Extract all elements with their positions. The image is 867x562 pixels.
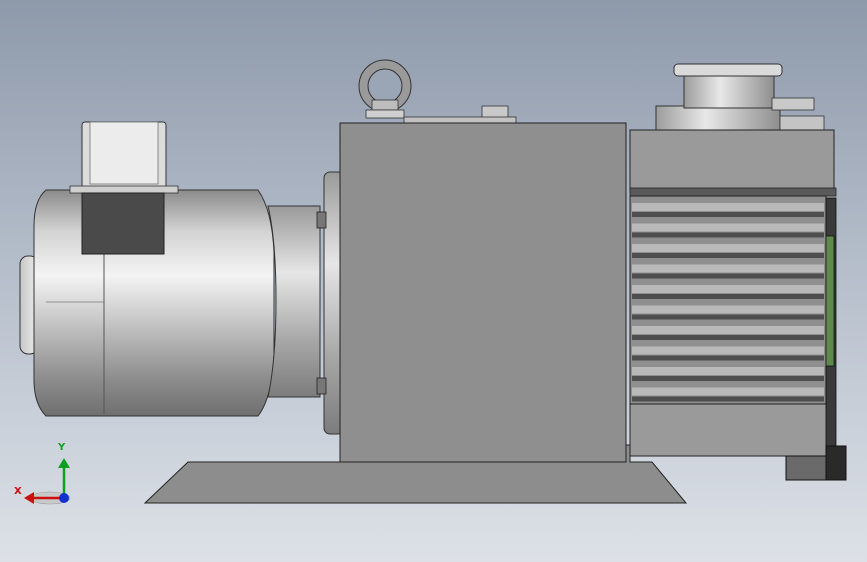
fin-face (632, 244, 824, 252)
x-axis-arrowhead (24, 492, 34, 504)
fin-face (632, 367, 824, 375)
fin-face (632, 387, 824, 396)
fin-line (632, 212, 824, 217)
pump-model-3d-view[interactable] (0, 0, 867, 562)
fin-line (632, 294, 824, 299)
fin-face (632, 223, 824, 232)
exhaust-cap[interactable] (655, 63, 825, 133)
fin-line (632, 355, 824, 361)
graphics-viewport[interactable]: Y X (0, 0, 867, 562)
fin-face (632, 326, 824, 334)
fin-line (632, 396, 824, 402)
z-axis-dot (59, 493, 69, 503)
fin-line (632, 314, 824, 320)
terminal-box[interactable] (69, 121, 179, 255)
fin-face (632, 285, 824, 293)
pump-body[interactable] (339, 122, 627, 463)
top-bolt-boss[interactable] (403, 105, 517, 124)
fin-face (632, 264, 824, 273)
triad-y-label: Y (58, 442, 66, 453)
fin-face (632, 346, 824, 355)
coupling-flange[interactable] (267, 171, 345, 435)
lifting-eye[interactable] (358, 59, 412, 119)
fin-line (632, 273, 824, 279)
coordinate-triad (24, 458, 71, 505)
fin-face (632, 203, 824, 211)
y-axis-arrowhead (58, 458, 70, 468)
fin-line (632, 253, 824, 258)
fin-line (632, 335, 824, 340)
fin-line (632, 376, 824, 381)
triad-x-label: X (14, 486, 22, 497)
fin-line (632, 232, 824, 238)
cooling-fins[interactable] (629, 129, 837, 459)
fin-face (632, 305, 824, 314)
